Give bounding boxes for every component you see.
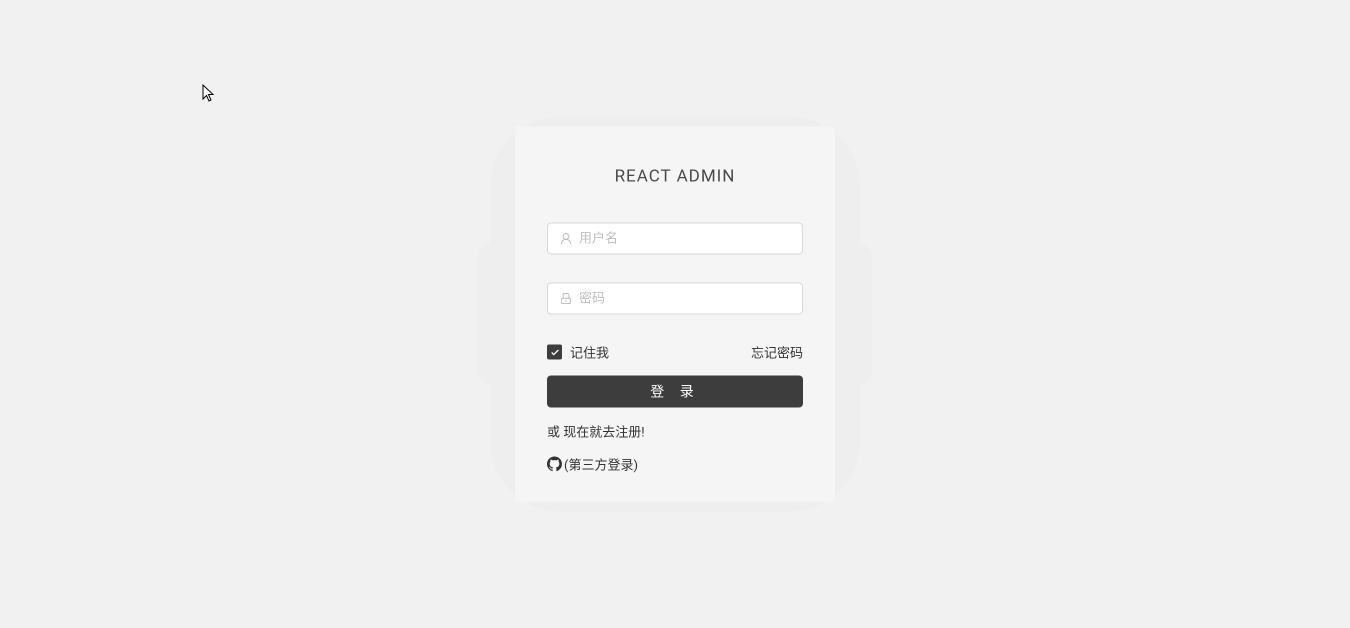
check-icon bbox=[550, 347, 560, 357]
password-form-item bbox=[547, 283, 803, 315]
username-input-wrapper[interactable] bbox=[547, 223, 803, 255]
third-party-row: (第三方登录) bbox=[547, 455, 803, 474]
remember-row: 记住我 忘记密码 bbox=[547, 343, 803, 362]
forgot-password-link[interactable]: 忘记密码 bbox=[751, 343, 803, 362]
github-icon[interactable] bbox=[547, 457, 562, 472]
third-party-label: (第三方登录) bbox=[564, 455, 638, 474]
register-link[interactable]: 现在就去注册! bbox=[563, 426, 644, 441]
lock-icon bbox=[559, 292, 573, 306]
remember-checkbox[interactable]: 记住我 bbox=[547, 343, 609, 362]
register-prefix: 或 bbox=[547, 426, 563, 441]
username-form-item bbox=[547, 223, 803, 255]
cursor-icon bbox=[202, 84, 216, 104]
login-button[interactable]: 登 录 bbox=[547, 376, 803, 408]
username-input[interactable] bbox=[579, 231, 791, 246]
checkbox-box bbox=[547, 345, 562, 360]
remember-label: 记住我 bbox=[570, 343, 609, 362]
password-input-wrapper[interactable] bbox=[547, 283, 803, 315]
register-row: 或 现在就去注册! bbox=[547, 422, 803, 441]
password-input[interactable] bbox=[579, 291, 791, 306]
login-title: REACT ADMIN bbox=[547, 167, 803, 187]
user-icon bbox=[559, 232, 573, 246]
login-card: REACT ADMIN 记住我 忘记密码 登 录 bbox=[515, 127, 835, 502]
